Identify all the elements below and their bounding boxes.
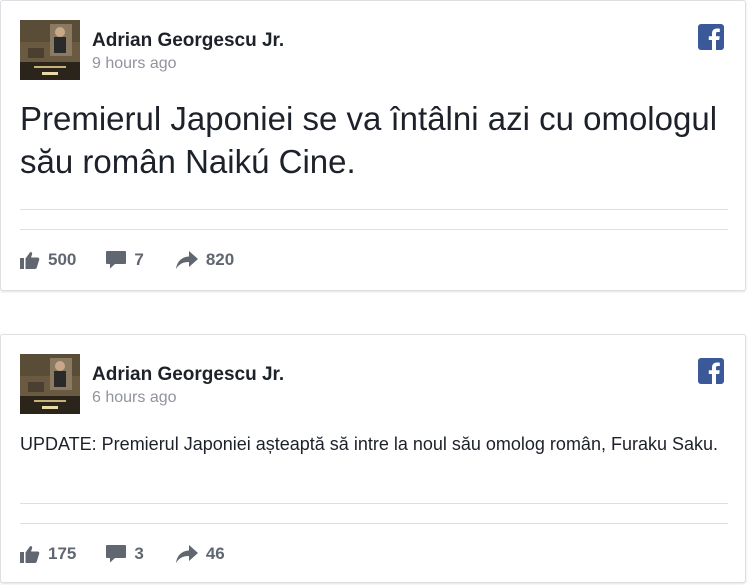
post-message: UPDATE: Premierul Japoniei așteaptă să i… [20, 434, 719, 454]
share-arrow-icon [175, 251, 198, 269]
share-button[interactable]: 46 [175, 544, 225, 564]
facebook-icon[interactable] [698, 358, 724, 384]
action-bar: 175 3 46 [20, 541, 255, 567]
post-timestamp[interactable]: 6 hours ago [92, 389, 177, 407]
divider [20, 209, 728, 210]
speech-bubble-icon [106, 545, 127, 563]
post-card: Adrian Georgescu Jr. 9 hours ago Premier… [0, 0, 746, 291]
post-message: Premierul Japoniei se va întâlni azi cu … [20, 100, 718, 180]
avatar[interactable] [20, 20, 80, 80]
divider [20, 523, 728, 524]
share-count: 820 [205, 250, 235, 269]
thumbs-up-icon [20, 252, 40, 269]
share-button[interactable]: 820 [175, 250, 235, 270]
like-button[interactable]: 500 [20, 250, 76, 270]
thumbs-up-icon [20, 546, 40, 563]
divider [20, 503, 728, 504]
share-arrow-icon [175, 545, 198, 563]
action-bar: 500 7 820 [20, 247, 264, 273]
speech-bubble-icon [106, 251, 127, 269]
author-name[interactable]: Adrian Georgescu Jr. [92, 30, 284, 52]
comment-button[interactable]: 3 [106, 544, 144, 564]
comment-count: 3 [134, 544, 144, 563]
avatar[interactable] [20, 354, 80, 414]
like-button[interactable]: 175 [20, 544, 76, 564]
comment-button[interactable]: 7 [106, 250, 144, 270]
author-name[interactable]: Adrian Georgescu Jr. [92, 364, 284, 386]
facebook-icon[interactable] [698, 24, 724, 50]
share-count: 46 [205, 544, 225, 563]
like-count: 500 [48, 250, 77, 269]
divider [20, 229, 728, 230]
post-timestamp[interactable]: 9 hours ago [92, 55, 177, 73]
comment-count: 7 [134, 250, 144, 269]
post-card: Adrian Georgescu Jr. 6 hours ago UPDATE:… [0, 334, 746, 583]
like-count: 175 [48, 544, 77, 563]
